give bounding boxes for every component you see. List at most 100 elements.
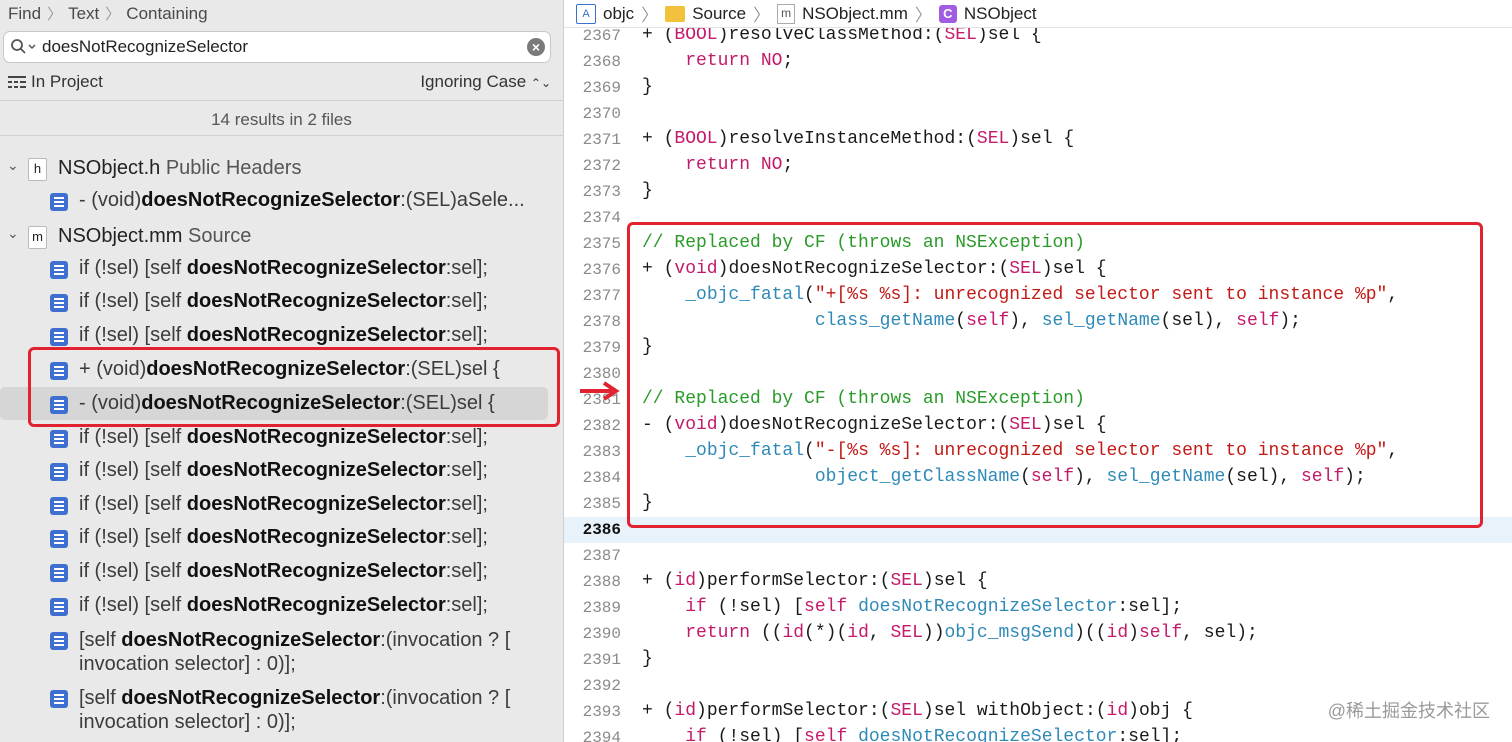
line-number: 2376 [582, 261, 621, 279]
line-number: 2378 [582, 313, 621, 331]
code-text[interactable]: if (!sel) [self doesNotRecognizeSelector… [642, 727, 1182, 742]
result-match: doesNotRecognizeSelector [186, 426, 446, 448]
code-text[interactable]: return ((id(*)(id, SEL))objc_msgSend)((i… [642, 623, 1258, 643]
line-number: 2375 [582, 235, 621, 253]
crumb-containing[interactable]: Containing [126, 4, 207, 24]
code-line[interactable]: 2370 [564, 101, 1512, 127]
code-line[interactable]: 2373} [564, 179, 1512, 205]
code-text[interactable]: + (id)performSelector:(SEL)sel { [642, 571, 988, 591]
code-line[interactable]: 2368 return NO; [564, 49, 1512, 75]
search-icon[interactable] [10, 38, 38, 56]
code-line[interactable]: 2390 return ((id(*)(id, SEL))objc_msgSen… [564, 621, 1512, 647]
code-text[interactable]: + (id)performSelector:(SEL)sel withObjec… [642, 701, 1193, 721]
result-suffix: :sel]; [445, 493, 488, 515]
line-number: 2369 [582, 79, 621, 97]
crumb-text[interactable]: Text [68, 4, 99, 24]
code-line[interactable]: 2394 if (!sel) [self doesNotRecognizeSel… [564, 725, 1512, 742]
search-result-row[interactable]: if (!sel) [self doesNotRecognizeSelector… [0, 558, 563, 590]
code-text[interactable]: return NO; [642, 155, 793, 175]
search-result-row[interactable]: if (!sel) [self doesNotRecognizeSelector… [0, 288, 563, 320]
code-line[interactable]: 2372 return NO; [564, 153, 1512, 179]
highlight-box-code [627, 222, 1483, 528]
search-input[interactable] [42, 36, 522, 58]
result-match: doesNotRecognizeSelector [186, 493, 446, 515]
code-line[interactable]: 2387 [564, 543, 1512, 569]
source-editor[interactable]: 2367 + (BOOL)resolveClassMethod:(SEL)sel … [564, 0, 1512, 742]
chevron-right-icon: 〉 [753, 6, 771, 25]
result-suffix: :(SEL)aSele... [400, 189, 525, 211]
scope-selector[interactable]: In Project [8, 72, 103, 92]
crumb-find[interactable]: Find [8, 4, 41, 24]
result-prefix: [self [79, 687, 122, 709]
case-mode-popup[interactable]: Ignoring Case ⌃⌄ [420, 72, 551, 92]
chevron-down-icon[interactable]: ⌄ [7, 225, 19, 242]
line-number: 2368 [582, 53, 621, 71]
line-number: 2385 [582, 495, 621, 513]
result-prefix: if (!sel) [self [79, 493, 187, 515]
find-mode-breadcrumb[interactable]: Find 〉 Text 〉 Containing [8, 3, 208, 24]
search-field[interactable]: × [3, 31, 551, 63]
jump-project[interactable]: objc [603, 4, 634, 24]
result-prefix: if (!sel) [self [79, 257, 187, 279]
search-result-row[interactable]: [self doesNotRecognizeSelector:(invocati… [0, 684, 563, 738]
code-text[interactable]: if (!sel) [self doesNotRecognizeSelector… [642, 597, 1182, 617]
line-number: 2370 [582, 105, 621, 123]
search-result-row[interactable]: if (!sel) [self doesNotRecognizeSelector… [0, 457, 563, 489]
line-number: 2388 [582, 573, 621, 591]
line-number: 2374 [582, 209, 621, 227]
code-line[interactable]: 2371 + (BOOL)resolveInstanceMethod:(SEL)s… [564, 127, 1512, 153]
file-type-icon: h [28, 158, 47, 181]
search-result-row[interactable]: - (void)doesNotRecognizeSelector:(SEL)aS… [0, 187, 563, 219]
line-number: 2392 [582, 677, 621, 695]
code-text[interactable]: + (BOOL)resolveInstanceMethod:(SEL)sel { [642, 129, 1074, 149]
line-number: 2389 [582, 599, 621, 617]
result-match: doesNotRecognizeSelector [121, 687, 381, 709]
clear-search-icon[interactable]: × [527, 38, 545, 56]
scope-label: In Project [31, 72, 103, 91]
objc-file-icon: m [777, 3, 796, 24]
jump-group[interactable]: Source [692, 4, 746, 24]
source-line-icon [50, 598, 68, 616]
result-suffix: :sel]; [445, 594, 488, 616]
code-text[interactable]: } [642, 77, 653, 97]
source-line-icon [50, 430, 68, 448]
search-result-row[interactable]: if (!sel) [self doesNotRecognizeSelector… [0, 524, 563, 556]
line-number: 2390 [582, 625, 621, 643]
highlight-box-results [28, 347, 560, 427]
result-prefix: if (!sel) [self [79, 560, 187, 582]
search-result-row[interactable]: if (!sel) [self doesNotRecognizeSelector… [0, 592, 563, 624]
code-line[interactable]: 2392 [564, 673, 1512, 699]
file-group-row[interactable]: ⌄ m NSObject.mm Source [0, 222, 563, 252]
result-prefix: if (!sel) [self [79, 594, 187, 616]
code-line[interactable]: 2369} [564, 75, 1512, 101]
result-suffix: :sel]; [445, 290, 488, 312]
code-text[interactable]: } [642, 181, 653, 201]
code-line[interactable]: 2389 if (!sel) [self doesNotRecognizeSel… [564, 595, 1512, 621]
line-number: 2373 [582, 183, 621, 201]
code-text[interactable]: + (BOOL)resolveClassMethod:(SEL)sel { [642, 25, 1042, 45]
code-text[interactable]: } [642, 649, 653, 669]
code-text[interactable]: return NO; [642, 51, 793, 71]
search-result-row[interactable]: if (!sel) [self doesNotRecognizeSelector… [0, 424, 563, 456]
search-result-row[interactable]: if (!sel) [self doesNotRecognizeSelector… [0, 255, 563, 287]
line-number: 2372 [582, 157, 621, 175]
chevron-down-icon[interactable]: ⌄ [7, 157, 19, 174]
source-line-icon [50, 463, 68, 481]
result-suffix: :sel]; [445, 526, 488, 548]
source-line-icon [50, 193, 68, 211]
code-line[interactable]: 2388 + (id)performSelector:(SEL)sel { [564, 569, 1512, 595]
project-icon: A [576, 3, 596, 24]
result-match: doesNotRecognizeSelector [141, 189, 401, 211]
jump-symbol[interactable]: NSObject [964, 4, 1037, 24]
result-match: doesNotRecognizeSelector [186, 324, 446, 346]
search-result-row[interactable]: if (!sel) [self doesNotRecognizeSelector… [0, 491, 563, 523]
file-name: NSObject.mm [58, 225, 183, 247]
jump-bar[interactable]: A objc 〉 Source 〉 m NSObject.mm 〉 C NSOb… [564, 0, 1512, 28]
line-number: 2382 [582, 417, 621, 435]
code-line[interactable]: 2391} [564, 647, 1512, 673]
jump-file[interactable]: NSObject.mm [802, 4, 908, 24]
source-line-icon [50, 690, 68, 708]
file-group-row[interactable]: ⌄ h NSObject.h Public Headers [0, 154, 563, 184]
search-result-row[interactable]: [self doesNotRecognizeSelector:(invocati… [0, 626, 563, 680]
line-number: 2393 [582, 703, 621, 721]
